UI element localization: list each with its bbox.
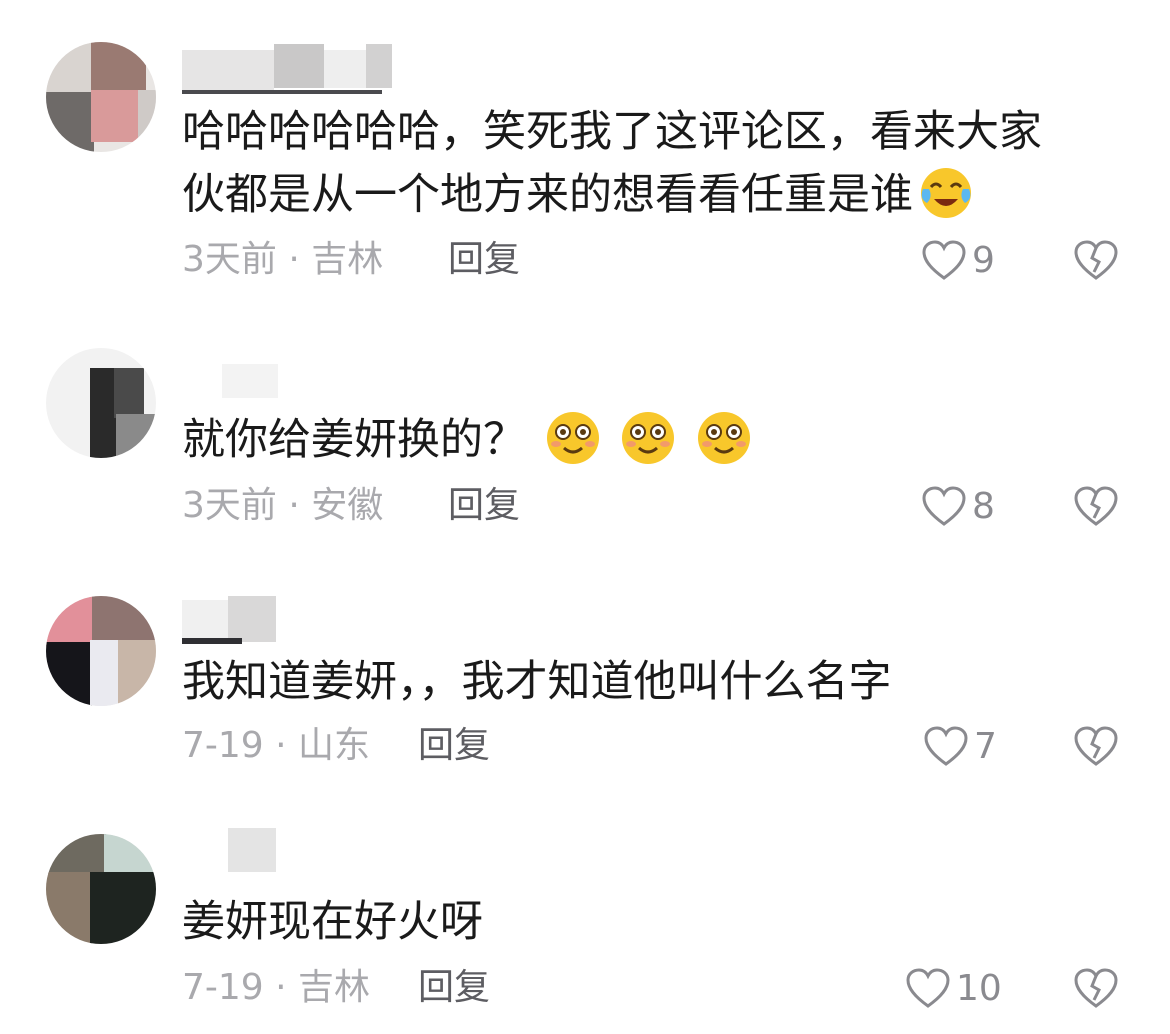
username-redacted[interactable] <box>182 44 392 96</box>
comment-text: 就你给姜妍换的？ <box>182 408 1042 471</box>
avatar[interactable] <box>46 42 156 152</box>
blushing-smile-emoji-icon <box>546 412 599 464</box>
like-count: 8 <box>972 485 995 527</box>
blushing-smile-emoji-icon <box>622 412 675 464</box>
broken-heart-icon[interactable] <box>1072 722 1120 770</box>
broken-heart-icon[interactable] <box>1072 964 1120 1012</box>
comment-text-content: 哈哈哈哈哈哈，笑死我了这评论区，看来大家伙都是从一个地方来的想看看任重是谁 <box>182 107 1042 220</box>
broken-heart-icon[interactable] <box>1072 482 1120 530</box>
comment-meta: 7-19 · 山东 <box>182 725 371 766</box>
comment-text: 姜妍现在好火呀 <box>182 892 1042 953</box>
like-button[interactable]: 10 <box>904 964 1002 1012</box>
blushing-smile-emoji-icon <box>698 412 751 464</box>
comment-item: 我知道姜妍，，我才知道他叫什么名字 7-19 · 山东 回复 7 <box>0 570 1170 820</box>
comment-text-content: 姜妍现在好火呀 <box>182 897 483 947</box>
reply-button[interactable]: 回复 <box>448 482 520 530</box>
heart-outline-icon <box>906 968 950 1008</box>
avatar[interactable] <box>46 348 156 458</box>
comment-text-content: 就你给姜妍换的？ <box>182 415 526 465</box>
comment-text: 我知道姜妍，，我才知道他叫什么名字 <box>182 652 1042 713</box>
username-redacted[interactable] <box>228 828 278 880</box>
comment-item: 就你给姜妍换的？ 3天前 · 安徽 回复 8 <box>0 300 1170 570</box>
comment-meta: 3天前 · 安徽 <box>182 485 384 526</box>
reply-button[interactable]: 回复 <box>418 722 490 770</box>
like-button[interactable]: 8 <box>920 482 995 530</box>
reply-button[interactable]: 回复 <box>418 964 490 1012</box>
like-count: 10 <box>956 967 1002 1009</box>
crying-laughing-emoji-icon <box>921 168 971 218</box>
avatar[interactable] <box>46 596 156 706</box>
reply-button[interactable]: 回复 <box>448 236 520 284</box>
heart-outline-icon <box>922 240 966 280</box>
broken-heart-icon[interactable] <box>1072 236 1120 284</box>
comment-text: 哈哈哈哈哈哈，笑死我了这评论区，看来大家伙都是从一个地方来的想看看任重是谁 <box>182 102 1042 226</box>
like-button[interactable]: 9 <box>920 236 995 284</box>
comment-item: 哈哈哈哈哈哈，笑死我了这评论区，看来大家伙都是从一个地方来的想看看任重是谁 3天… <box>0 0 1170 300</box>
comment-text-content: 我知道姜妍，，我才知道他叫什么名字 <box>182 657 892 707</box>
comment-meta: 7-19 · 吉林 <box>182 967 371 1008</box>
like-count: 9 <box>972 239 995 281</box>
like-button[interactable]: 7 <box>922 722 997 770</box>
like-count: 7 <box>974 725 997 767</box>
comment-meta: 3天前 · 吉林 <box>182 239 384 280</box>
heart-outline-icon <box>922 486 966 526</box>
heart-outline-icon <box>924 726 968 766</box>
username-redacted[interactable] <box>182 596 302 648</box>
comment-item: 姜妍现在好火呀 7-19 · 吉林 回复 10 <box>0 820 1170 1034</box>
avatar[interactable] <box>46 834 156 944</box>
